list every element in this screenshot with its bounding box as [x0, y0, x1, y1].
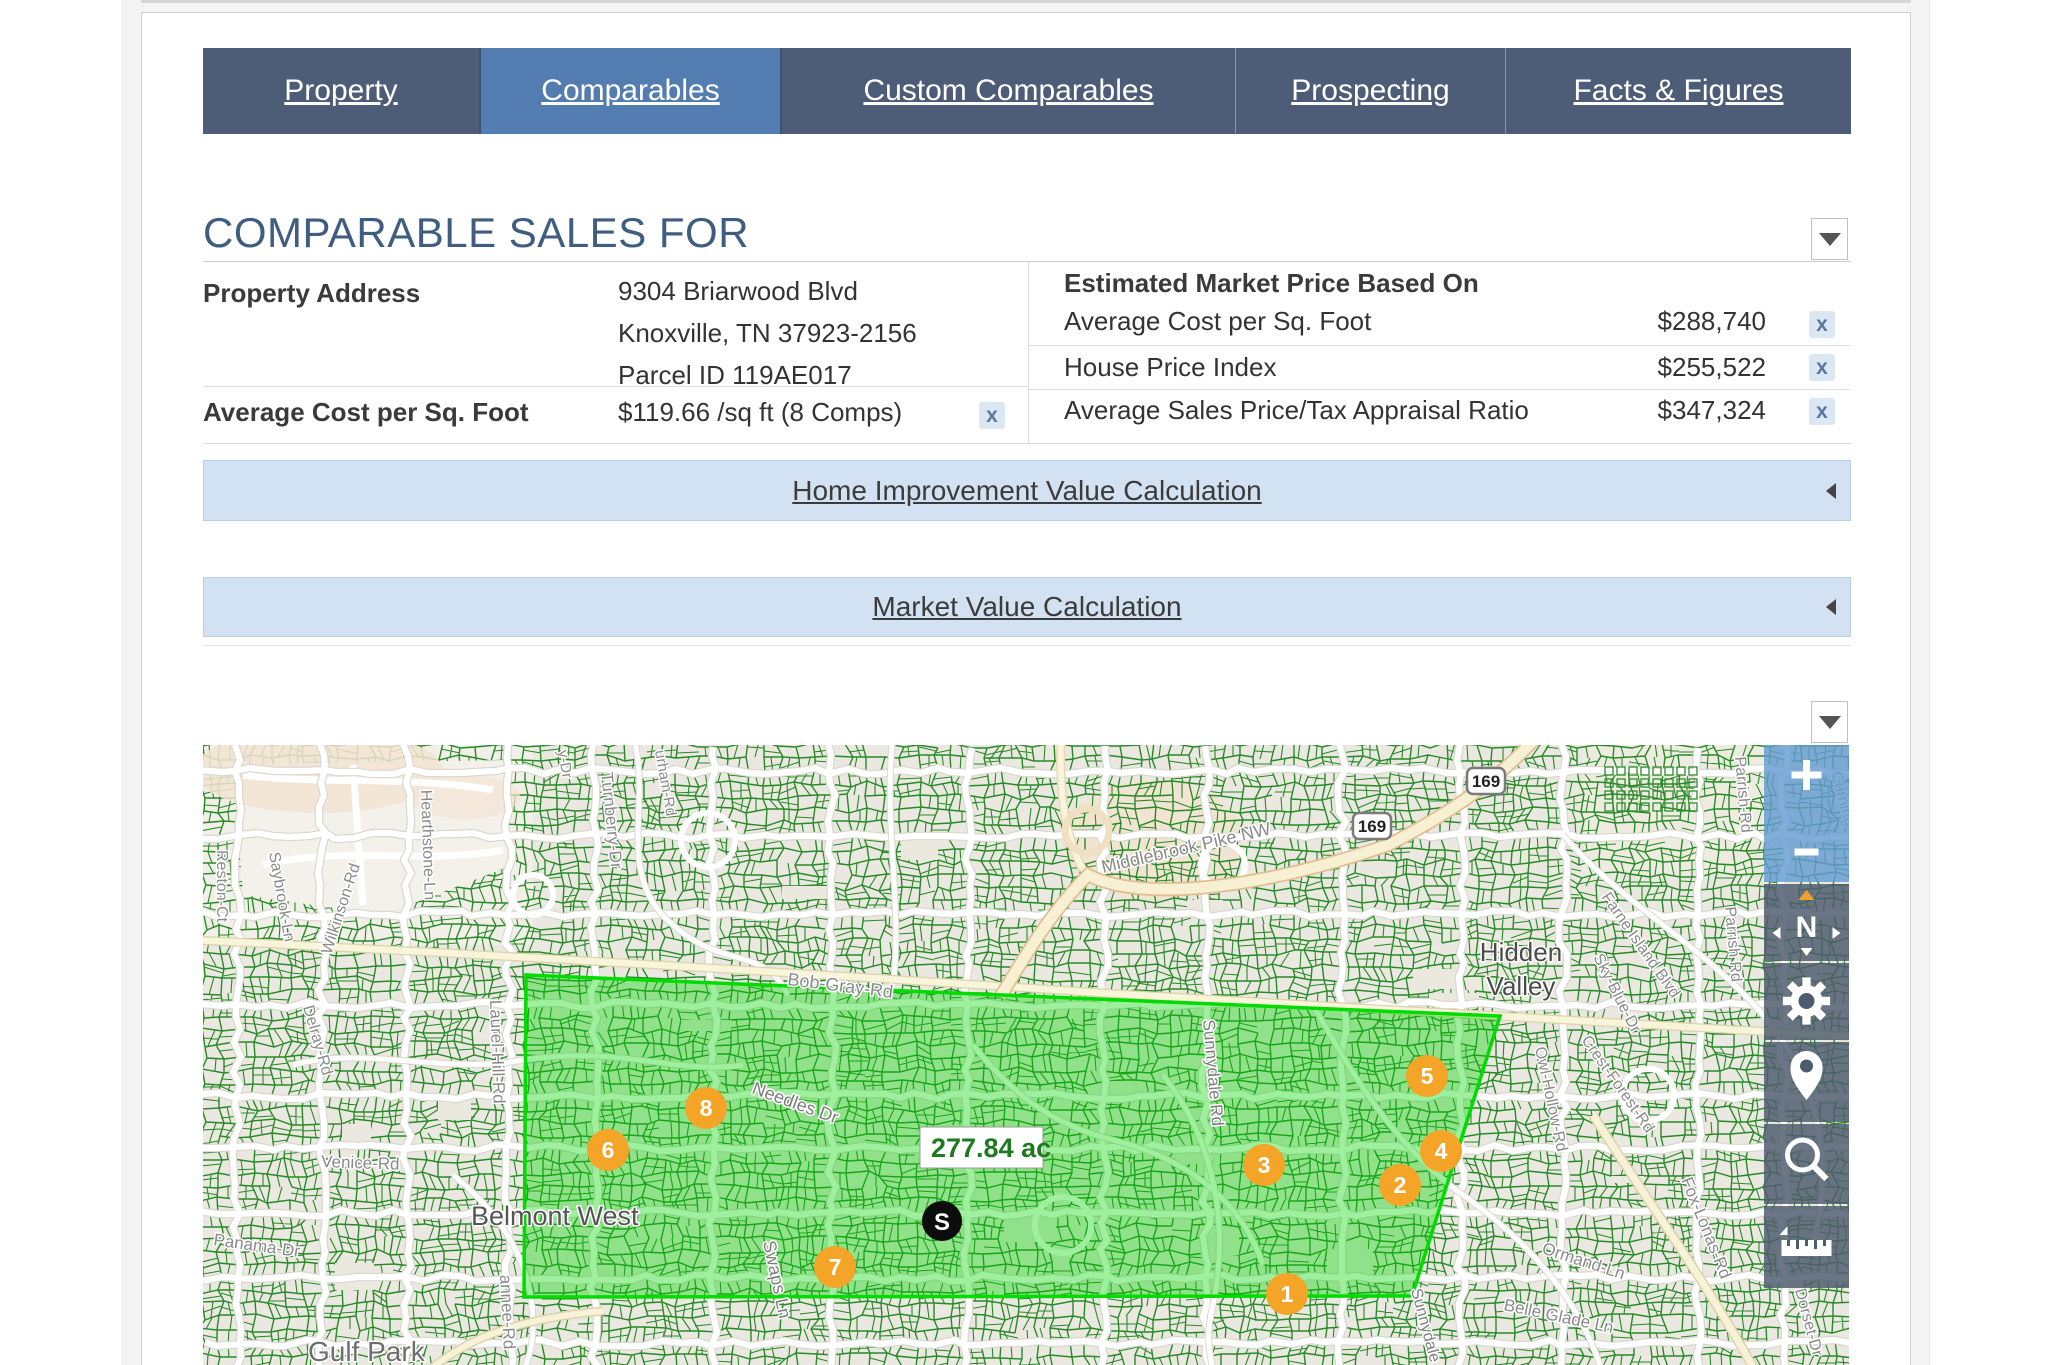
svg-text:Reston-Ct: Reston-Ct	[213, 850, 230, 923]
svg-text:N: N	[1796, 911, 1818, 944]
svg-text:Hidden: Hidden	[1480, 937, 1562, 967]
svg-text:2: 2	[1394, 1172, 1407, 1198]
svg-text:Valley: Valley	[1487, 971, 1556, 1001]
svg-text:Venice-Rd: Venice-Rd	[321, 1152, 400, 1174]
svg-text:169: 169	[1358, 817, 1386, 836]
svg-text:277.84 ac: 277.84 ac	[931, 1133, 1051, 1163]
svg-text:Belmont West: Belmont West	[471, 1201, 639, 1231]
svg-text:annee-Rd: annee-Rd	[496, 1274, 519, 1350]
svg-text:S: S	[934, 1209, 950, 1236]
svg-text:6: 6	[602, 1137, 615, 1163]
svg-text:8: 8	[700, 1095, 713, 1121]
svg-text:5: 5	[1421, 1063, 1434, 1089]
svg-text:169: 169	[1472, 772, 1500, 791]
svg-text:1: 1	[1281, 1281, 1294, 1307]
svg-text:Gulf Park: Gulf Park	[308, 1336, 426, 1365]
svg-text:7: 7	[829, 1254, 842, 1280]
svg-text:Laurel-Hill-Rd: Laurel-Hill-Rd	[486, 999, 509, 1104]
svg-text:3: 3	[1258, 1152, 1271, 1178]
svg-text:4: 4	[1435, 1138, 1448, 1164]
